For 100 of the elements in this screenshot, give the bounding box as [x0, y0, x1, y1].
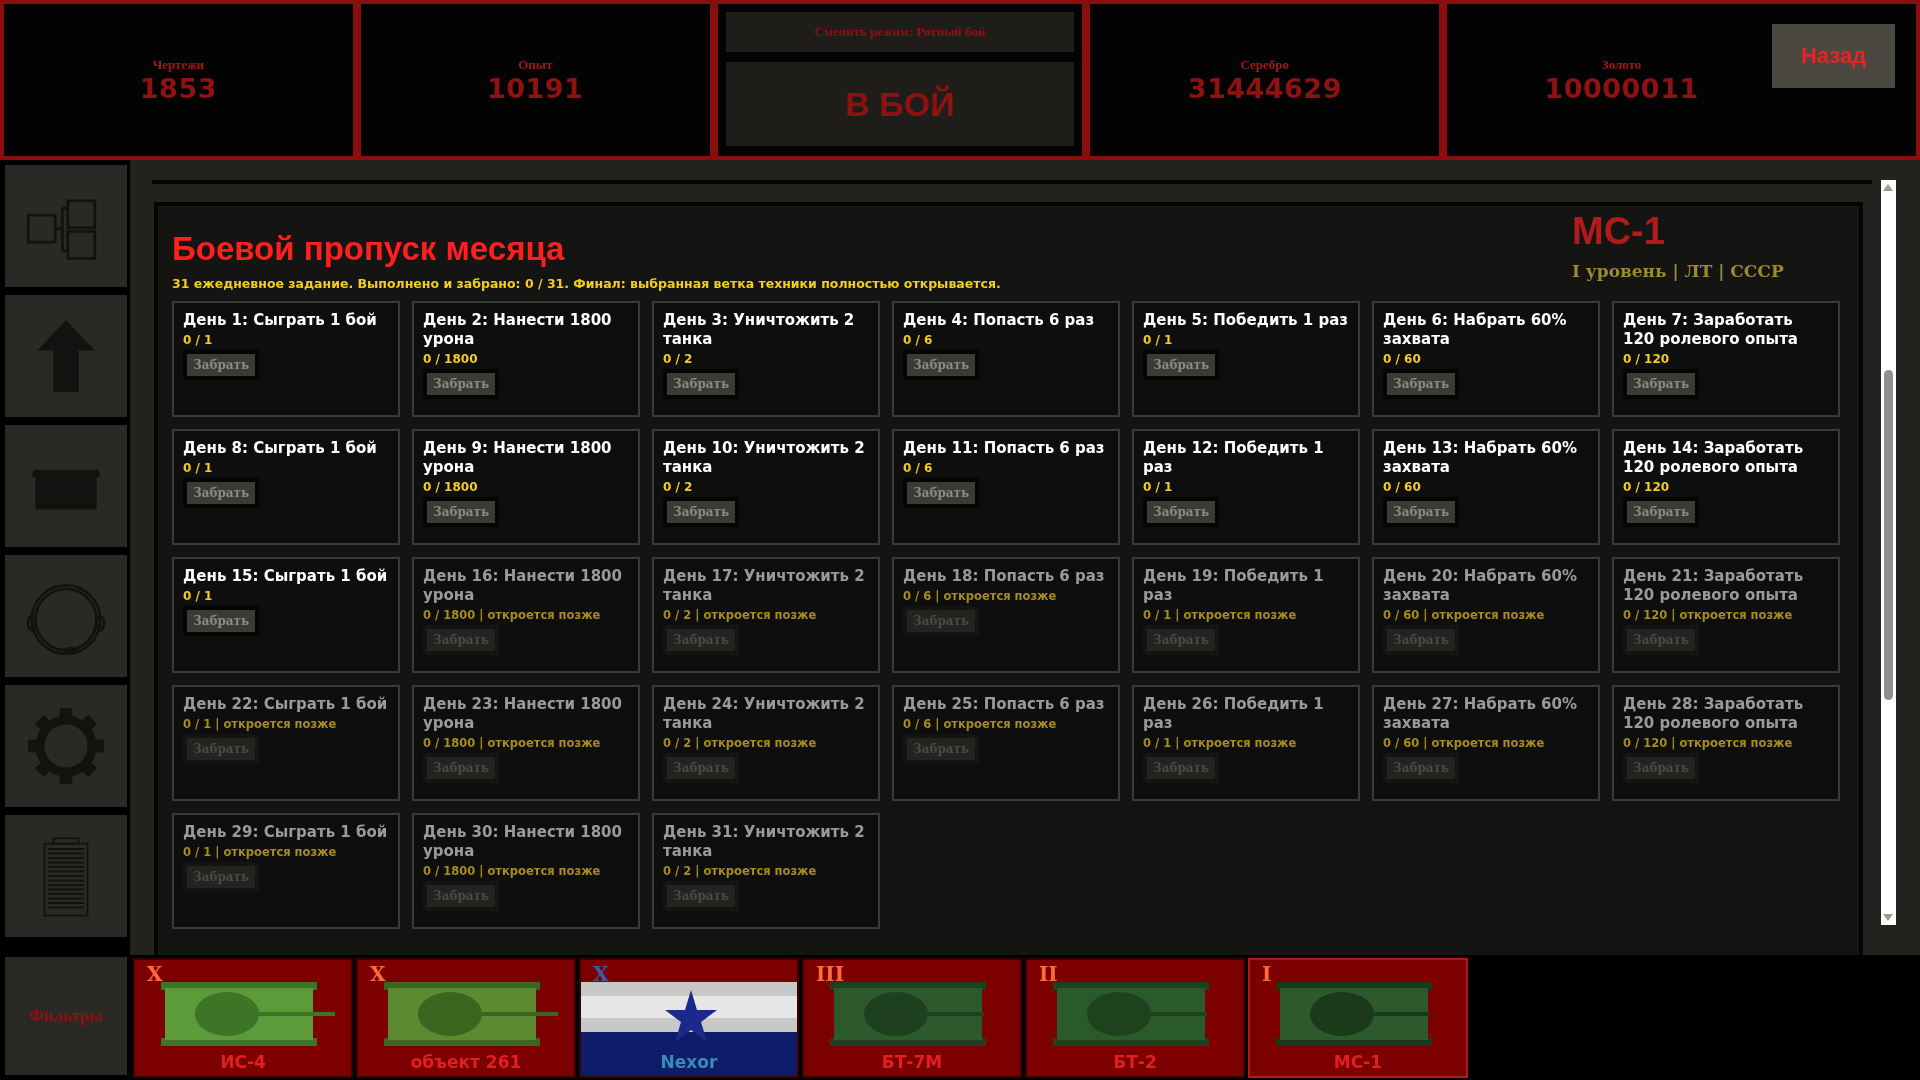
scrollbar[interactable]	[1881, 180, 1896, 925]
claim-button[interactable]: Забрать	[1143, 497, 1220, 527]
task-progress: 0 / 1 | откроется позже	[1143, 608, 1297, 622]
task-progress: 0 / 60	[1383, 480, 1421, 494]
task-progress: 0 / 1 | откроется позже	[183, 717, 337, 731]
sidebar-button[interactable]	[5, 295, 127, 417]
task-progress: 0 / 120 | откроется позже	[1623, 736, 1793, 750]
task-progress: 0 / 2 | откроется позже	[663, 736, 817, 750]
task-title: День 11: Попасть 6 раз	[903, 439, 1105, 458]
tank-name: МС-1	[1332, 1052, 1384, 1072]
task-title: День 13: Набрать 60% захвата	[1383, 439, 1578, 477]
pass-summary: 31 ежедневное задание. Выполнено и забрано: 0 / 31. Финал: выбранная ветка техники полностью открывается.	[172, 276, 1002, 291]
tank-card[interactable]: II БТ-2	[1025, 958, 1245, 1078]
task-progress: 0 / 6 | откроется позже	[903, 717, 1057, 731]
back-button[interactable]: Назад	[1772, 24, 1895, 88]
modal-title: Боевой пропуск месяца	[172, 230, 565, 268]
tank-card[interactable]: X Nexor	[579, 958, 799, 1078]
tank-card[interactable]: X объект 261	[356, 958, 576, 1078]
task-title: День 5: Победить 1 раз	[1143, 311, 1349, 330]
task-title: День 7: Заработать 120 ролевого опыта	[1623, 311, 1799, 349]
tank-name: Nexor	[659, 1052, 719, 1072]
task-title: День 27: Набрать 60% захвата	[1383, 695, 1578, 733]
task-progress: 0 / 60	[1383, 352, 1421, 366]
resource-value: 31444629	[1187, 72, 1342, 104]
task-progress: 0 / 1800	[423, 352, 478, 366]
task-title: День 24: Уничтожить 2 танка	[663, 695, 866, 733]
tier-label: X	[370, 962, 386, 986]
task-title: День 22: Сыграть 1 бой	[183, 695, 388, 714]
task-progress: 0 / 1800 | откроется позже	[423, 736, 601, 750]
tank-name: объект 261	[409, 1052, 523, 1072]
task-title: День 25: Попасть 6 раз	[903, 695, 1105, 714]
claim-button[interactable]: Забрать	[183, 478, 260, 508]
task-title: День 9: Нанести 1800 урона	[423, 439, 613, 477]
claim-button[interactable]: Забрать	[1623, 369, 1700, 399]
task-title: День 2: Нанести 1800 урона	[423, 311, 613, 349]
resource-value: 10000011	[1544, 72, 1699, 104]
task-progress: 0 / 1800 | откроется позже	[423, 864, 601, 878]
task-progress: 0 / 2	[663, 352, 693, 366]
task-title: День 17: Уничтожить 2 танка	[663, 567, 866, 605]
claim-button[interactable]: Забрать	[423, 497, 500, 527]
resource-label: Опыт	[518, 56, 553, 73]
task-progress: 0 / 2	[663, 480, 693, 494]
task-progress: 0 / 1	[183, 333, 213, 347]
task-progress: 0 / 120 | откроется позже	[1623, 608, 1793, 622]
task-title: День 19: Победить 1 раз	[1143, 567, 1325, 605]
resource-label: Золото	[1601, 56, 1642, 73]
vehicle-name: МС-1	[1572, 210, 1665, 253]
sidebar-button[interactable]	[5, 815, 127, 937]
claim-button[interactable]: Забрать	[663, 497, 740, 527]
tank-card[interactable]: X ИС-4	[133, 958, 353, 1078]
task-progress: 0 / 1800	[423, 480, 478, 494]
task-title: День 29: Сыграть 1 бой	[183, 823, 388, 842]
task-progress: 0 / 1800 | откроется позже	[423, 608, 601, 622]
task-progress: 0 / 6	[903, 461, 933, 475]
sidebar-button[interactable]	[5, 165, 127, 287]
task-progress: 0 / 1	[183, 589, 213, 603]
vehicle-info: I уровень | ЛТ | СССР	[1572, 261, 1784, 281]
tank-card[interactable]: III БТ-7М	[802, 958, 1022, 1078]
task-progress: 0 / 1	[1143, 333, 1173, 347]
task-title: День 23: Нанести 1800 урона	[423, 695, 623, 733]
tier-label: X	[593, 962, 609, 986]
task-title: День 21: Заработать 120 ролевого опыта	[1623, 567, 1805, 605]
claim-button[interactable]: Забрать	[183, 606, 260, 636]
claim-button[interactable]: Забрать	[1143, 350, 1220, 380]
tier-label: I	[1262, 962, 1272, 986]
task-title: День 28: Заработать 120 ролевого опыта	[1623, 695, 1805, 733]
sidebar-button[interactable]	[5, 425, 127, 547]
claim-button[interactable]: Забрать	[1383, 497, 1460, 527]
task-progress: 0 / 120	[1623, 480, 1670, 494]
mode-switch-button[interactable]: Сменить режим: Ротный бой	[725, 12, 1075, 52]
task-title: День 12: Победить 1 раз	[1143, 439, 1325, 477]
task-title: День 18: Попасть 6 раз	[903, 567, 1105, 586]
resource-label: Серебро	[1240, 56, 1290, 73]
resource-label: Чертежи	[152, 56, 205, 73]
claim-button[interactable]: Забрать	[423, 369, 500, 399]
task-progress: 0 / 60 | откроется позже	[1383, 736, 1545, 750]
tier-label: X	[147, 962, 163, 986]
task-progress: 0 / 2 | откроется позже	[663, 608, 817, 622]
claim-button[interactable]: Забрать	[1623, 497, 1700, 527]
task-title: День 31: Уничтожить 2 танка	[663, 823, 866, 861]
task-progress: 0 / 6 | откроется позже	[903, 589, 1057, 603]
sidebar-button[interactable]	[5, 685, 127, 807]
sidebar-button[interactable]	[5, 555, 127, 677]
task-progress: 0 / 120	[1623, 352, 1670, 366]
claim-button[interactable]: Забрать	[903, 350, 980, 380]
task-title: День 4: Попасть 6 раз	[903, 311, 1095, 330]
task-progress: 0 / 1	[1143, 480, 1173, 494]
task-progress: 0 / 1 | откроется позже	[1143, 736, 1297, 750]
claim-button[interactable]: Забрать	[1383, 369, 1460, 399]
task-progress: 0 / 60 | откроется позже	[1383, 608, 1545, 622]
battle-button[interactable]: В БОЙ	[725, 62, 1075, 146]
claim-button[interactable]: Забрать	[663, 369, 740, 399]
task-progress: 0 / 1	[183, 461, 213, 475]
claim-button[interactable]: Забрать	[903, 478, 980, 508]
resource-value: 10191	[486, 72, 584, 104]
tank-card[interactable]: I МС-1	[1248, 958, 1468, 1078]
claim-button[interactable]: Забрать	[183, 350, 260, 380]
tier-label: II	[1039, 962, 1058, 986]
tier-label: III	[816, 962, 845, 986]
task-progress: 0 / 2 | откроется позже	[663, 864, 817, 878]
